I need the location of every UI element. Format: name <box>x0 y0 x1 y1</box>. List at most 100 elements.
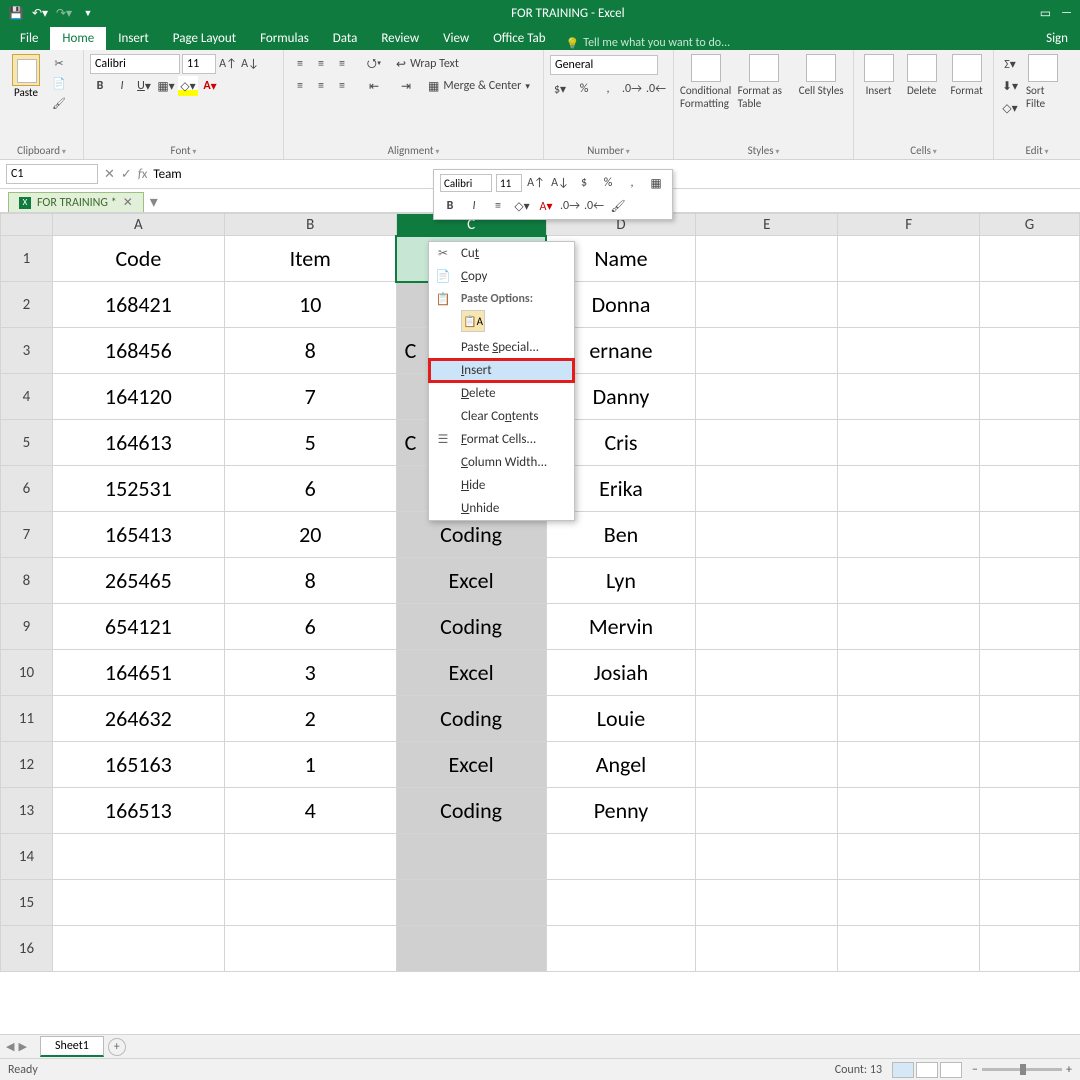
cell[interactable]: 6 <box>224 604 396 650</box>
cell-selected[interactable]: Excel <box>396 558 546 604</box>
cell[interactable]: 165413 <box>52 512 224 558</box>
percent-format-icon[interactable]: % <box>574 79 594 99</box>
increase-indent-icon[interactable]: ⇥ <box>396 76 416 96</box>
cell[interactable]: 168456 <box>52 328 224 374</box>
conditional-formatting-button[interactable]: Conditional Formatting <box>680 54 732 110</box>
cell-selected[interactable]: Excel <box>396 742 546 788</box>
ctx-clear-contents[interactable]: Clear Contents <box>429 405 574 428</box>
sheet-nav-next-icon[interactable]: ▶ <box>18 1040 26 1053</box>
tab-page-layout[interactable]: Page Layout <box>161 27 248 50</box>
mini-border-icon[interactable]: ▦ <box>646 173 666 193</box>
row-header[interactable]: 11 <box>1 696 53 742</box>
align-center-icon[interactable]: ≡ <box>311 76 331 96</box>
cell[interactable]: 265465 <box>52 558 224 604</box>
cell[interactable]: 2 <box>224 696 396 742</box>
row-header[interactable]: 16 <box>1 926 53 972</box>
tab-view[interactable]: View <box>431 27 481 50</box>
cell-selected[interactable] <box>396 834 546 880</box>
underline-button[interactable]: U▾ <box>134 76 154 96</box>
page-layout-view-button[interactable] <box>916 1062 938 1078</box>
row-header[interactable]: 12 <box>1 742 53 788</box>
tab-insert[interactable]: Insert <box>106 27 161 50</box>
tab-home[interactable]: Home <box>50 27 106 50</box>
ctx-paste-button[interactable]: 📋A <box>461 310 485 332</box>
cell-selected[interactable] <box>396 880 546 926</box>
col-header[interactable]: B <box>224 214 396 236</box>
cell[interactable]: 6 <box>224 466 396 512</box>
enter-formula-icon[interactable]: ✓ <box>121 167 132 182</box>
clear-icon[interactable]: ◇▾ <box>1000 98 1020 118</box>
shrink-font-icon[interactable]: A↓ <box>240 54 260 74</box>
cell[interactable]: 152531 <box>52 466 224 512</box>
row-header[interactable]: 7 <box>1 512 53 558</box>
sheet-tab[interactable]: Sheet1 <box>40 1036 104 1057</box>
cell[interactable]: 164613 <box>52 420 224 466</box>
close-tab-icon[interactable]: ✕ <box>123 195 133 210</box>
cell[interactable]: Lyn <box>546 558 696 604</box>
row-header[interactable]: 14 <box>1 834 53 880</box>
format-painter-icon[interactable]: 🖌 <box>50 94 68 112</box>
mini-italic-icon[interactable]: I <box>464 196 484 216</box>
font-size-select[interactable] <box>182 54 216 74</box>
cell-styles-button[interactable]: Cell Styles <box>795 54 847 110</box>
cell[interactable]: 264632 <box>52 696 224 742</box>
delete-cells-button[interactable]: Delete <box>903 54 940 97</box>
cancel-formula-icon[interactable]: ✕ <box>104 167 115 182</box>
fill-icon[interactable]: ⬇▾ <box>1000 76 1020 96</box>
align-right-icon[interactable]: ≡ <box>332 76 352 96</box>
mini-shrink-font-icon[interactable]: A↓ <box>550 173 570 193</box>
decrease-decimal-icon[interactable]: .0← <box>646 79 666 99</box>
cell[interactable]: Penny <box>546 788 696 834</box>
mini-font-name[interactable] <box>440 174 492 192</box>
ctx-format-cells[interactable]: ☰Format Cells... <box>429 428 574 451</box>
workbook-tab[interactable]: X FOR TRAINING * ✕ <box>8 192 144 212</box>
cell[interactable]: 8 <box>224 328 396 374</box>
row-header[interactable]: 8 <box>1 558 53 604</box>
ctx-paste-special[interactable]: Paste Special... <box>429 336 574 359</box>
tab-data[interactable]: Data <box>321 27 370 50</box>
name-box[interactable] <box>6 164 98 184</box>
ctx-unhide[interactable]: Unhide <box>429 497 574 520</box>
format-as-table-button[interactable]: Format as Table <box>738 54 790 110</box>
mini-dec-decimal-icon[interactable]: .0← <box>584 196 604 216</box>
border-button[interactable]: ▦▾ <box>156 76 176 96</box>
col-header[interactable]: F <box>838 214 980 236</box>
tab-formulas[interactable]: Formulas <box>248 27 321 50</box>
tab-file[interactable]: File <box>8 27 50 50</box>
cell[interactable]: 10 <box>224 282 396 328</box>
row-header[interactable]: 3 <box>1 328 53 374</box>
row-header[interactable]: 2 <box>1 282 53 328</box>
wrap-text-button[interactable]: ↩Wrap Text <box>396 57 459 72</box>
cell[interactable]: 164120 <box>52 374 224 420</box>
number-format-select[interactable] <box>550 55 658 75</box>
cell-selected[interactable] <box>396 926 546 972</box>
align-left-icon[interactable]: ≡ <box>290 76 310 96</box>
align-top-icon[interactable]: ≡ <box>290 54 310 74</box>
row-header[interactable]: 15 <box>1 880 53 926</box>
copy-icon[interactable]: 📄 <box>50 74 68 92</box>
mini-grow-font-icon[interactable]: A↑ <box>526 173 546 193</box>
autosum-icon[interactable]: Σ▾ <box>1000 54 1020 74</box>
cut-icon[interactable]: ✂ <box>50 54 68 72</box>
cell[interactable]: 164651 <box>52 650 224 696</box>
col-header[interactable]: G <box>980 214 1080 236</box>
row-header[interactable]: 5 <box>1 420 53 466</box>
sign-in-link[interactable]: Sign <box>1034 27 1080 50</box>
paste-button[interactable]: Paste <box>6 54 46 112</box>
cell[interactable]: Angel <box>546 742 696 788</box>
sort-filter-button[interactable]: Sort Filte <box>1026 54 1060 118</box>
cell[interactable]: 1 <box>224 742 396 788</box>
row-header[interactable]: 6 <box>1 466 53 512</box>
decrease-indent-icon[interactable]: ⇤ <box>364 76 384 96</box>
merge-center-button[interactable]: ▦Merge & Center▾ <box>428 79 530 94</box>
ctx-hide[interactable]: Hide <box>429 474 574 497</box>
font-color-button[interactable]: A▾ <box>200 76 220 96</box>
select-all-corner[interactable] <box>1 214 53 236</box>
zoom-out-button[interactable]: − <box>972 1063 978 1077</box>
mini-fill-color-icon[interactable]: ◇▾ <box>512 196 532 216</box>
col-header[interactable]: A <box>52 214 224 236</box>
mini-inc-decimal-icon[interactable]: .0→ <box>560 196 580 216</box>
cell[interactable]: Louie <box>546 696 696 742</box>
cell[interactable]: Mervin <box>546 604 696 650</box>
ctx-copy[interactable]: 📄Copy <box>429 265 574 288</box>
